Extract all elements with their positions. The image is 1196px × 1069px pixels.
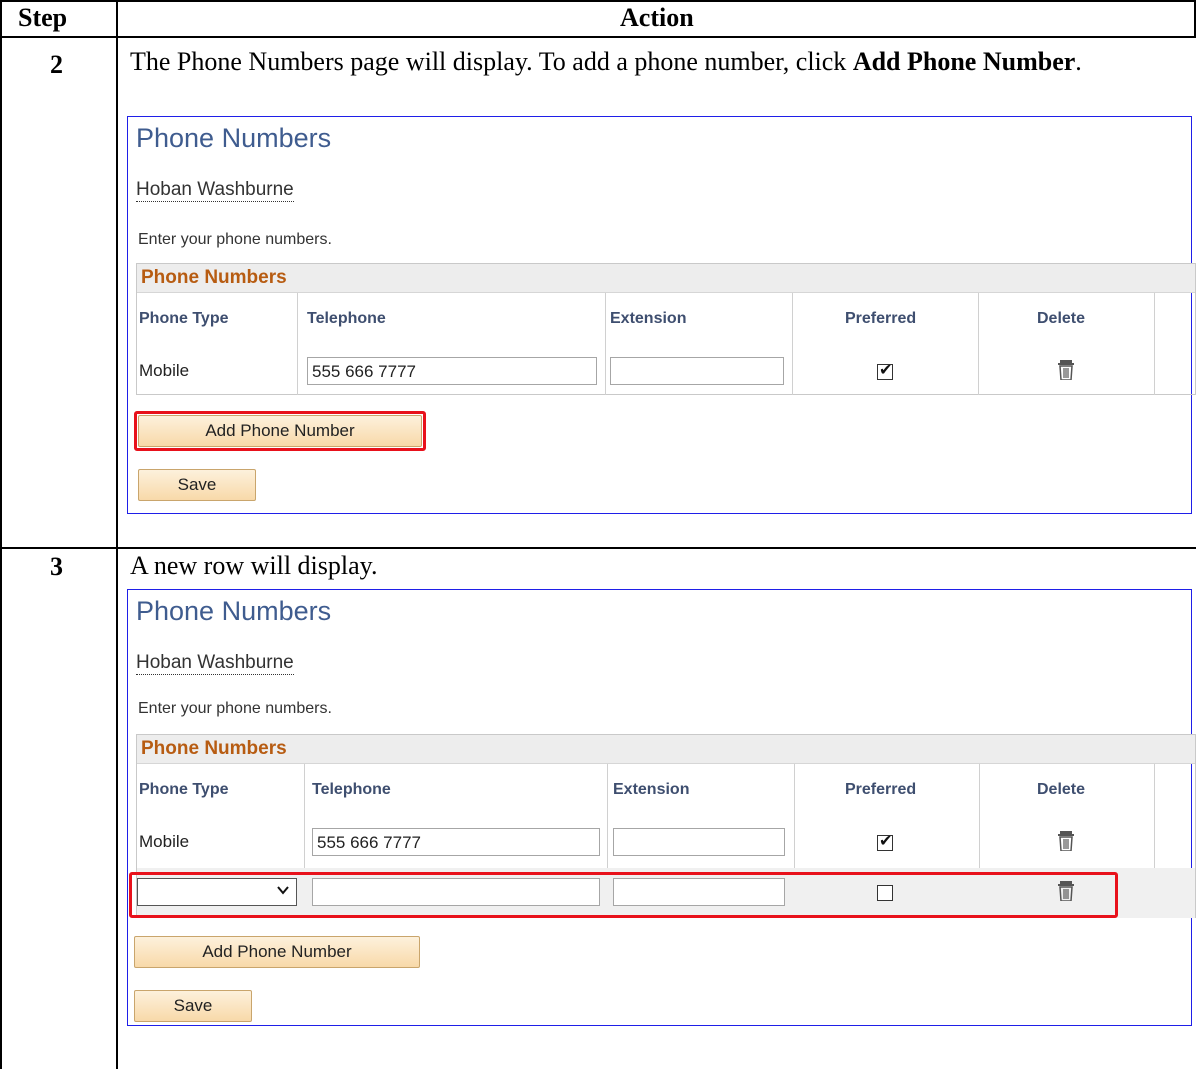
phone-type-select[interactable] [137,878,297,906]
instruction-text: The Phone Numbers page will display. To … [130,47,853,76]
extension-input[interactable] [610,357,784,385]
table-row [137,868,1195,918]
step-instruction: The Phone Numbers page will display. To … [130,47,1190,77]
preferred-checkbox[interactable]: ✔ [877,360,893,380]
trash-icon[interactable] [1057,360,1075,380]
checkmark-icon: ✔ [879,360,893,379]
col-delete: Delete [1037,310,1086,327]
step-instruction: A new row will display. [130,551,378,580]
trash-icon[interactable] [1057,881,1075,901]
step-column-header: Step [18,3,68,32]
telephone-input[interactable] [312,878,600,906]
telephone-input[interactable]: 555 666 7777 [312,828,600,856]
table-row: Mobile 555 666 7777 ✔ [137,816,1195,868]
col-phone-type: Phone Type [139,781,229,798]
person-name[interactable]: Hoban Washburne [136,179,294,202]
table-border-left [0,0,2,1069]
page-instruction: Enter your phone numbers. [138,700,332,717]
extension-input[interactable] [613,828,785,856]
step-number: 3 [50,552,63,581]
grid-header-row: Phone Type Telephone Extension Preferred… [137,764,1195,916]
instruction-bold: Add Phone Number [852,47,1076,76]
action-column-header: Action [620,3,694,32]
col-phone-type: Phone Type [139,310,229,327]
col-preferred: Preferred [845,781,917,798]
grid-title: Phone Numbers [137,264,1195,293]
save-button[interactable]: Save [138,469,256,501]
page-title: Phone Numbers [136,596,332,626]
col-telephone: Telephone [312,781,391,798]
person-name[interactable]: Hoban Washburne [136,652,294,675]
step-number: 2 [50,50,63,79]
preferred-checkbox[interactable]: ✔ [877,831,893,851]
trash-icon[interactable] [1057,831,1075,851]
chevron-down-icon [277,886,289,895]
table-border-top [0,0,1196,2]
screenshot-panel: Phone Numbers Hoban Washburne Enter your… [127,589,1196,1026]
col-extension: Extension [613,781,690,798]
phone-grid: Phone Numbers Phone Type Telephone Exten… [136,734,1196,918]
preferred-checkbox[interactable] [877,885,893,901]
add-phone-number-button[interactable]: Add Phone Number [138,415,422,447]
grid-header-row: Phone Type Telephone Extension Preferred… [137,293,1195,395]
telephone-input[interactable]: 555 666 7777 [307,357,597,385]
col-extension: Extension [610,310,687,327]
table-header-divider [0,36,1196,38]
phone-grid: Phone Numbers Phone Type Telephone Exten… [136,263,1196,395]
instruction-period: . [1075,47,1082,76]
page-title: Phone Numbers [136,123,332,153]
page-instruction: Enter your phone numbers. [138,231,332,248]
add-phone-number-button[interactable]: Add Phone Number [134,936,420,968]
phone-type-value: Mobile [139,832,190,851]
table-row-divider [0,547,1196,549]
grid-title: Phone Numbers [137,735,1195,764]
table-row: Mobile 555 666 7777 ✔ [137,345,1195,397]
checkmark-icon: ✔ [879,831,893,850]
save-button[interactable]: Save [134,990,252,1022]
col-preferred: Preferred [845,310,917,327]
col-telephone: Telephone [307,310,386,327]
col-delete: Delete [1037,781,1086,798]
table-column-divider [116,0,118,1069]
extension-input[interactable] [613,878,785,906]
screenshot-panel: Phone Numbers Hoban Washburne Enter your… [127,116,1196,514]
phone-type-value: Mobile [139,361,190,380]
